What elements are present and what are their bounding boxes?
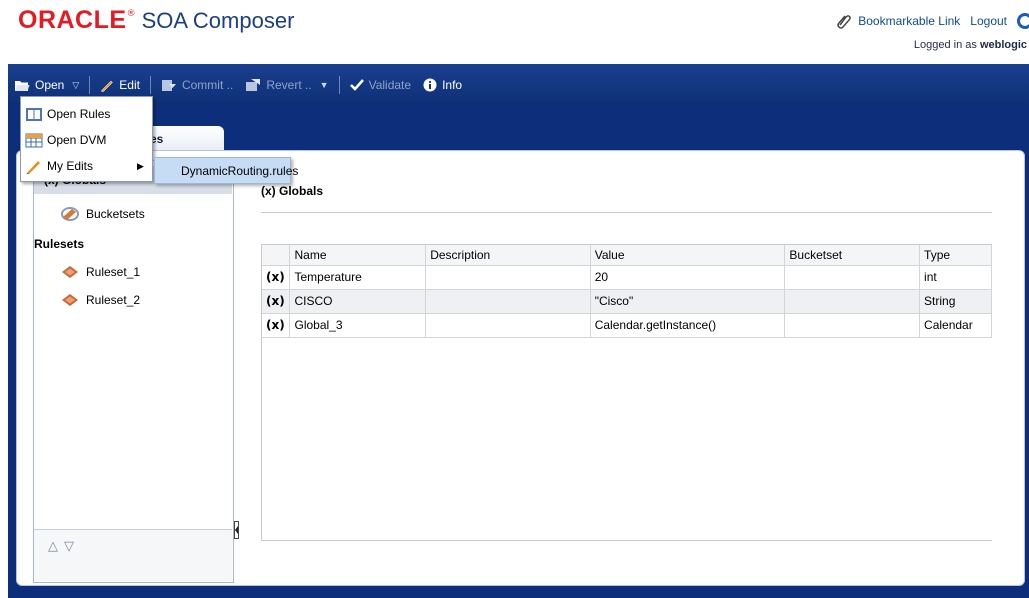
- menu-item-my-edits[interactable]: My Edits: [25, 155, 150, 177]
- cell-bucketset[interactable]: [784, 289, 921, 314]
- column-header-name[interactable]: Name: [289, 245, 427, 266]
- menu-item-open-rules[interactable]: Open Rules: [25, 103, 150, 125]
- cell-value[interactable]: Calendar.getInstance(): [590, 313, 786, 338]
- nav-footer: [34, 529, 232, 581]
- commit-icon: [161, 80, 176, 91]
- global-variable-icon: (x): [262, 289, 291, 314]
- column-header-type[interactable]: Type: [919, 245, 992, 266]
- pencil-icon: [26, 160, 40, 174]
- table-row[interactable]: (x) Temperature 20 int: [262, 265, 992, 290]
- globals-table: Name Description Value Bucketset Type (x…: [262, 245, 992, 338]
- ruleset-label: Ruleset_1: [86, 265, 141, 279]
- column-header-value[interactable]: Value: [590, 245, 786, 266]
- global-variable-icon: (x): [262, 313, 291, 338]
- logged-in-prefix: Logged in as: [913, 39, 977, 51]
- oracle-ring-icon: [1017, 13, 1029, 29]
- book-icon: [26, 107, 42, 121]
- submenu-arrow-icon: ▶: [137, 162, 144, 172]
- cell-description[interactable]: [425, 289, 591, 314]
- cell-bucketset[interactable]: [784, 313, 921, 338]
- toolbar-separator: [149, 76, 151, 94]
- toolbar-separator: [89, 76, 91, 94]
- info-button[interactable]: Info: [417, 78, 468, 92]
- move-up-icon[interactable]: △: [48, 539, 64, 554]
- grid-table-icon: [25, 133, 43, 147]
- rulesets-heading: Rulesets: [34, 237, 85, 251]
- edit-label: Edit: [119, 78, 140, 92]
- logged-in-status: Logged in as weblogic: [914, 39, 1027, 51]
- revert-button[interactable]: Revert .. ▼: [239, 78, 334, 92]
- ruleset-label: Ruleset_2: [86, 293, 141, 307]
- table-row[interactable]: (x) CISCO "Cisco" String: [262, 289, 992, 314]
- username: weblogic: [979, 39, 1027, 51]
- header-links: Bookmarkable Link Logout: [836, 13, 1029, 29]
- title-divider: [261, 212, 992, 213]
- menu-item-label: Open DVM: [47, 133, 107, 147]
- product-name: SOA Composer: [141, 8, 295, 33]
- open-button[interactable]: Open ▽: [8, 78, 85, 92]
- open-label: Open: [35, 78, 65, 92]
- menu-item-open-dvm[interactable]: Open DVM: [25, 129, 150, 151]
- validate-button[interactable]: Validate: [344, 78, 417, 92]
- panel-splitter-handle[interactable]: [234, 521, 239, 539]
- cell-name[interactable]: Temperature: [289, 265, 427, 290]
- bucketsets-icon: [61, 207, 79, 221]
- app-header: ORACLE ® SOA Composer Bookmarkable Link …: [0, 0, 1029, 64]
- nav-item-bucketsets[interactable]: Bucketsets: [60, 206, 145, 222]
- toolbar-separator: [338, 76, 340, 94]
- revert-dropdown-icon[interactable]: ▼: [320, 80, 329, 90]
- nav-scroll-arrows: △▽: [48, 539, 80, 554]
- paperclip-icon: [837, 15, 852, 29]
- bookmarkable-link[interactable]: Bookmarkable Link: [858, 14, 960, 28]
- cell-type[interactable]: int: [919, 265, 992, 290]
- logout-link[interactable]: Logout: [970, 14, 1007, 28]
- page-title: (x) Globals: [261, 184, 324, 198]
- info-icon: [423, 78, 437, 92]
- soa-composer-window: ORACLE ® SOA Composer Bookmarkable Link …: [0, 0, 1029, 598]
- cell-value[interactable]: 20: [590, 265, 786, 290]
- checkmark-icon: [349, 79, 364, 91]
- folder-open-icon: [15, 80, 30, 91]
- open-dropdown-menu: Open Rules Open DVM My Edits: [20, 96, 153, 182]
- column-header[interactable]: [262, 245, 291, 266]
- cell-type[interactable]: Calendar: [919, 313, 992, 338]
- global-variable-icon: (x): [262, 265, 291, 290]
- menu-item-label: Open Rules: [47, 107, 111, 121]
- globals-table-container: Name Description Value Bucketset Type (x…: [261, 244, 992, 541]
- menu-item-label: My Edits: [47, 159, 94, 173]
- rules-navigator: [33, 160, 234, 583]
- move-down-icon[interactable]: ▽: [64, 539, 80, 554]
- nav-item-ruleset-1[interactable]: Ruleset_1: [60, 264, 140, 280]
- table-header-row: Name Description Value Bucketset Type: [262, 245, 992, 266]
- cell-value[interactable]: "Cisco": [590, 289, 786, 314]
- cell-bucketset[interactable]: [784, 265, 921, 290]
- column-header-description[interactable]: Description: [425, 245, 591, 266]
- commit-label: Commit ..: [181, 78, 234, 92]
- cell-description[interactable]: [425, 313, 591, 338]
- cell-type[interactable]: String: [919, 289, 992, 314]
- submenu-item-dynamic-routing[interactable]: DynamicRouting.rules: [154, 157, 298, 184]
- ruleset-icon: [62, 294, 78, 306]
- table-row[interactable]: (x) Global_3 Calendar.getInstance() Cale…: [262, 313, 992, 338]
- revert-icon: [246, 79, 261, 91]
- edit-button[interactable]: Edit: [94, 78, 146, 92]
- revert-label: Revert ..: [266, 78, 312, 92]
- oracle-wordmark: ORACLE: [18, 6, 127, 34]
- cell-name[interactable]: CISCO: [289, 289, 427, 314]
- commit-button[interactable]: Commit ..: [155, 78, 239, 92]
- open-dropdown-icon[interactable]: ▽: [72, 80, 79, 91]
- bucketsets-label: Bucketsets: [86, 207, 145, 221]
- registered-mark: ®: [126, 9, 136, 19]
- cell-name[interactable]: Global_3: [289, 313, 427, 338]
- column-header-bucketset[interactable]: Bucketset: [784, 245, 921, 266]
- ruleset-icon: [62, 266, 78, 278]
- validate-label: Validate: [368, 78, 412, 92]
- cell-description[interactable]: [425, 265, 591, 290]
- info-label: Info: [442, 78, 463, 92]
- pencil-icon: [101, 80, 114, 92]
- nav-item-ruleset-2[interactable]: Ruleset_2: [60, 292, 140, 308]
- brand-logo: ORACLE ® SOA Composer: [18, 6, 294, 35]
